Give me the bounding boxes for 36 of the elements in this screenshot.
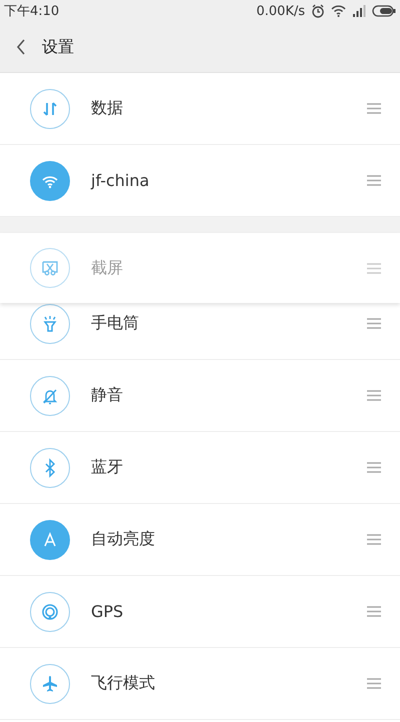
toggle-label: 截屏 bbox=[91, 258, 124, 278]
drag-handle-icon[interactable] bbox=[367, 462, 381, 473]
toggle-label: GPS bbox=[91, 602, 124, 621]
toggle-label: 飞行模式 bbox=[91, 673, 156, 694]
toggle-button[interactable] bbox=[30, 520, 70, 560]
drag-handle-icon[interactable] bbox=[367, 175, 381, 186]
wifi-icon bbox=[331, 5, 346, 17]
toggle-label: 静音 bbox=[91, 385, 124, 406]
drag-handle-icon[interactable] bbox=[367, 390, 381, 401]
drag-handle-icon[interactable] bbox=[367, 318, 381, 329]
page-title: 设置 bbox=[42, 36, 74, 58]
toggle-label: 数据 bbox=[91, 98, 124, 119]
toggle-button[interactable] bbox=[30, 376, 70, 416]
drag-handle-icon[interactable] bbox=[367, 606, 381, 617]
dragged-row[interactable]: 截屏 bbox=[0, 233, 400, 303]
alarm-clock-icon bbox=[311, 4, 325, 18]
back-icon[interactable] bbox=[15, 38, 27, 56]
drag-handle-icon[interactable] bbox=[367, 262, 381, 274]
toggle-label: 手电筒 bbox=[91, 313, 140, 334]
network-speed: 0.00K/s bbox=[256, 4, 305, 18]
toggle-button[interactable] bbox=[30, 448, 70, 488]
toggle-button[interactable] bbox=[30, 592, 70, 632]
toggle-label: 自动亮度 bbox=[91, 529, 156, 550]
status-time: 下午4:10 bbox=[4, 3, 60, 20]
drag-handle-icon[interactable] bbox=[367, 103, 381, 114]
toggle-button[interactable] bbox=[30, 664, 70, 704]
toggle-label: 蓝牙 bbox=[91, 457, 124, 478]
drag-handle-icon[interactable] bbox=[367, 534, 381, 545]
drag-handle-icon[interactable] bbox=[367, 678, 381, 689]
toggle-button[interactable] bbox=[30, 248, 70, 288]
signal-icon bbox=[352, 5, 366, 17]
toggle-button[interactable] bbox=[30, 88, 70, 128]
toggle-button[interactable] bbox=[30, 160, 70, 200]
toggle-label: jf-china bbox=[91, 171, 150, 190]
toggle-button[interactable] bbox=[30, 304, 70, 344]
battery-icon bbox=[372, 5, 396, 17]
